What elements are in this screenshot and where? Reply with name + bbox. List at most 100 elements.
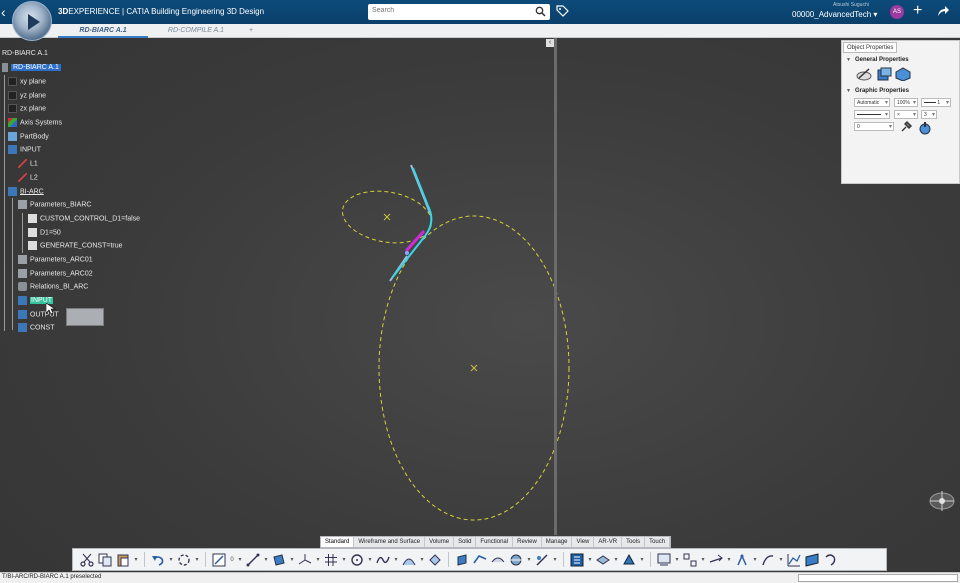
tree-item-xy-plane[interactable]: xy plane: [8, 77, 46, 87]
section-tab-functional[interactable]: Functional: [476, 537, 514, 547]
publish-icon[interactable]: [708, 552, 724, 568]
chevron-down-icon[interactable]: ▾: [587, 556, 593, 563]
chevron-down-icon[interactable]: ▾: [367, 556, 373, 563]
chevron-down-icon[interactable]: ▾: [552, 556, 558, 563]
tree-item-d1[interactable]: D1=50: [28, 228, 61, 238]
section-tab-ar-vr[interactable]: AR-VR: [594, 537, 623, 547]
pattern-icon[interactable]: [534, 552, 550, 568]
add-tab-button[interactable]: +: [244, 24, 258, 38]
tree-item-yz-plane[interactable]: yz plane: [8, 91, 46, 101]
edit-icon[interactable]: [856, 67, 872, 81]
chevron-down-icon[interactable]: ▾: [263, 556, 269, 563]
apply-material-icon[interactable]: [595, 552, 611, 568]
chevron-down-icon[interactable]: ▾: [133, 556, 139, 563]
transparency-dropdown[interactable]: 100%: [894, 98, 918, 107]
chart-icon[interactable]: [786, 552, 802, 568]
section-tab-touch[interactable]: Touch: [645, 537, 671, 547]
tag-icon[interactable]: [556, 5, 569, 18]
spline-icon[interactable]: [375, 552, 391, 568]
section-tab-volume[interactable]: Volume: [425, 537, 455, 547]
section-tab-tools[interactable]: Tools: [622, 537, 646, 547]
chevron-down-icon[interactable]: ▾: [726, 556, 732, 563]
tab-rd-biarc[interactable]: RD-BIARC A.1: [58, 24, 148, 38]
chevron-down-icon[interactable]: ▾: [700, 556, 706, 563]
panel-scrollbar[interactable]: [554, 38, 557, 535]
join-icon[interactable]: [472, 552, 488, 568]
formula-icon[interactable]: [734, 552, 750, 568]
tab-object-properties[interactable]: Object Properties: [843, 42, 898, 53]
chevron-down-icon[interactable]: ▾: [315, 556, 321, 563]
undo-icon[interactable]: [150, 552, 166, 568]
section-tab-standard[interactable]: Standard: [321, 537, 355, 547]
collapse-panel-button[interactable]: ‹: [546, 39, 554, 47]
chevron-down-icon[interactable]: ▾: [289, 556, 295, 563]
circle-tool-icon[interactable]: [349, 552, 365, 568]
law-icon[interactable]: [760, 552, 776, 568]
measure-icon[interactable]: [569, 552, 585, 568]
knowledge-icon[interactable]: [682, 552, 698, 568]
plus-icon[interactable]: +: [913, 2, 922, 20]
tree-item-parameters-arc02[interactable]: Parameters_ARC02: [18, 269, 93, 279]
section-tab-view[interactable]: View: [572, 537, 595, 547]
paste-icon[interactable]: [115, 552, 131, 568]
count-field[interactable]: 0: [229, 557, 235, 563]
surface-icon[interactable]: [804, 552, 820, 568]
axis-tool-icon[interactable]: [297, 552, 313, 568]
tree-root[interactable]: RD-BIARC A.1: [2, 63, 61, 73]
graphic-properties-header[interactable]: Graphic Properties: [846, 88, 909, 94]
grid-icon[interactable]: [323, 552, 339, 568]
line-type-dropdown[interactable]: [854, 110, 890, 119]
section-tab-manage[interactable]: Manage: [542, 537, 573, 547]
tenant-selector[interactable]: 00000_AdvancedTech ▾: [792, 10, 877, 19]
chevron-down-icon[interactable]: ▾: [237, 556, 243, 563]
extrude-icon[interactable]: [454, 552, 470, 568]
properties-icon[interactable]: [876, 67, 892, 81]
chevron-down-icon[interactable]: ▾: [419, 556, 425, 563]
chevron-down-icon[interactable]: ▾: [341, 556, 347, 563]
offset-icon[interactable]: [490, 552, 506, 568]
apply-color-icon[interactable]: [918, 121, 932, 135]
tree-item-parameters-biarc[interactable]: Parameters_BIARC: [18, 200, 91, 210]
cut-icon[interactable]: [79, 552, 95, 568]
robot-compass-icon[interactable]: [928, 489, 956, 513]
search-icon[interactable]: [535, 6, 546, 17]
tree-item-l2[interactable]: L2: [18, 173, 38, 183]
search-input[interactable]: [372, 7, 522, 14]
section-tab-review[interactable]: Review: [513, 537, 542, 547]
painter-icon[interactable]: [900, 121, 912, 133]
split-icon[interactable]: [508, 552, 524, 568]
search-box[interactable]: [368, 4, 550, 20]
line-weight-dropdown[interactable]: 1: [921, 98, 951, 107]
tree-item-axis-systems[interactable]: Axis Systems: [8, 118, 62, 128]
share-icon[interactable]: [936, 4, 950, 18]
tree-item-parameters-arc01[interactable]: Parameters_ARC01: [18, 255, 93, 265]
chevron-down-icon[interactable]: ▾: [393, 556, 399, 563]
biarc-curve[interactable]: [391, 167, 433, 279]
chevron-down-icon[interactable]: ▾: [778, 556, 784, 563]
graph-icon[interactable]: [656, 552, 672, 568]
tree-item-partbody[interactable]: PartBody: [8, 132, 49, 142]
tree-item-generate-const[interactable]: GENERATE_CONST=true: [28, 241, 123, 251]
line-tool-icon[interactable]: [245, 552, 261, 568]
back-icon[interactable]: ‹: [1, 4, 6, 20]
color-dropdown[interactable]: Automatic: [854, 98, 890, 107]
sweep-icon[interactable]: [401, 552, 417, 568]
command-input[interactable]: [798, 574, 958, 582]
section-tab-solid[interactable]: Solid: [454, 537, 477, 547]
general-properties-header[interactable]: General Properties: [846, 57, 909, 63]
tree-item-const[interactable]: CONST: [18, 323, 55, 333]
tab-rd-compile[interactable]: RD-COMPILE A.1: [150, 24, 242, 38]
section-tab-wireframe[interactable]: Wireframe and Surface: [354, 537, 426, 547]
render-icon[interactable]: [621, 552, 637, 568]
tree-item-zx-plane[interactable]: zx plane: [8, 104, 46, 114]
tree-item-input[interactable]: INPUT: [8, 145, 41, 155]
tree-item-bi-arc[interactable]: BI-ARC: [8, 187, 44, 197]
chevron-down-icon[interactable]: ▾: [639, 556, 645, 563]
fill-icon[interactable]: [427, 552, 443, 568]
compass-icon[interactable]: [12, 1, 52, 41]
chevron-down-icon[interactable]: ▾: [752, 556, 758, 563]
chevron-down-icon[interactable]: ▾: [674, 556, 680, 563]
point-symbol-dropdown[interactable]: ×: [894, 110, 918, 119]
tree-item-l1[interactable]: L1: [18, 159, 38, 169]
copy-icon[interactable]: [97, 552, 113, 568]
